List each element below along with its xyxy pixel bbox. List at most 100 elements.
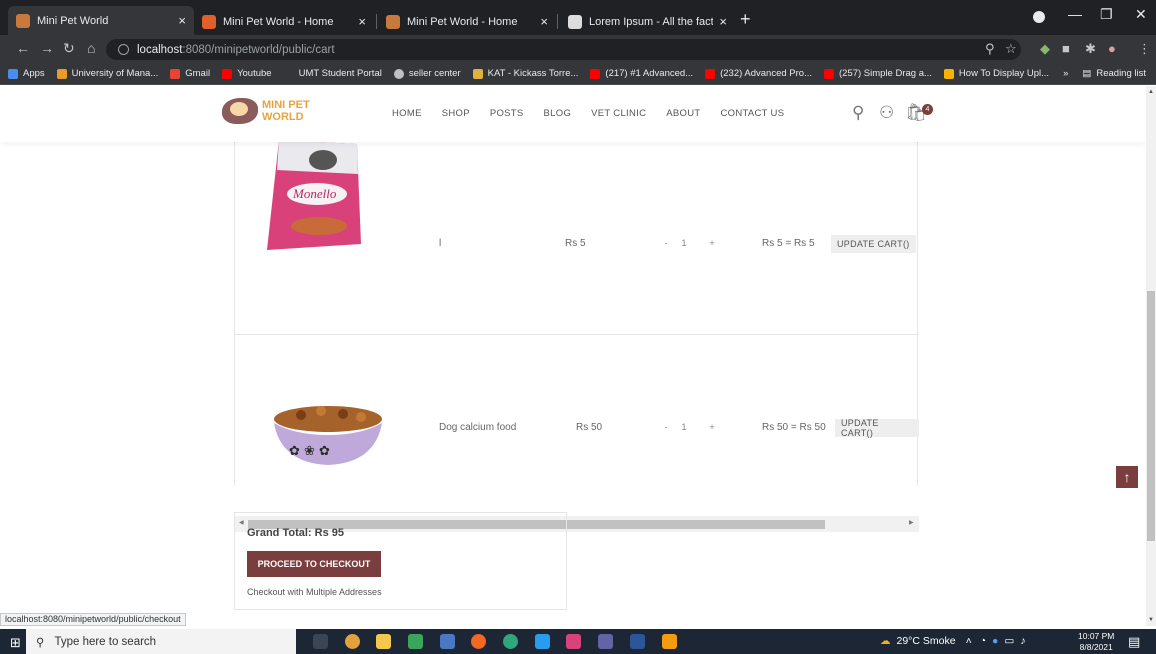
multi-address-checkout-link[interactable]: Checkout with Multiple Addresses	[247, 587, 382, 597]
bookmarks-more-button[interactable]: »	[1063, 68, 1068, 79]
browser-tab-4[interactable]: Lorem Ipsum - All the facts - Lips ×	[560, 8, 735, 35]
youtube-icon	[222, 68, 233, 79]
sublime-text-icon[interactable]	[662, 634, 677, 649]
vscode-icon[interactable]	[535, 634, 550, 649]
bookmark-youtube-232[interactable]: (232) Advanced Pro...	[705, 68, 812, 79]
profile-icon[interactable]	[1033, 11, 1045, 23]
notification-center-icon[interactable]: ▤	[1128, 634, 1140, 650]
nav-posts[interactable]: POSTS	[490, 108, 524, 119]
user-icon[interactable]: ⚇	[879, 103, 894, 123]
url-path: :8080/minipetworld/public/cart	[182, 43, 335, 56]
bookmark-youtube-217[interactable]: (217) #1 Advanced...	[590, 68, 693, 79]
close-tab-icon[interactable]: ×	[358, 14, 366, 29]
nav-contact-us[interactable]: CONTACT US	[720, 108, 784, 119]
youtube-icon	[705, 68, 716, 79]
nav-blog[interactable]: BLOG	[544, 108, 572, 119]
battery-icon[interactable]: ▭	[1004, 635, 1014, 647]
nav-shop[interactable]: SHOP	[442, 108, 470, 119]
file-explorer-icon[interactable]	[376, 634, 391, 649]
bookmark-gmail[interactable]: Gmail	[170, 68, 210, 79]
extension-icon[interactable]: ■	[1062, 41, 1070, 56]
update-cart-button[interactable]: UPDATE CART()	[831, 235, 916, 253]
bluetooth-icon[interactable]: ●	[992, 635, 998, 647]
back-to-top-button[interactable]: ↑	[1116, 466, 1138, 488]
page-scroll-thumb[interactable]	[1147, 291, 1155, 541]
update-cart-button[interactable]: UPDATE CART()	[835, 418, 919, 438]
nav-vet-clinic[interactable]: VET CLINIC	[591, 108, 646, 119]
chrome-icon[interactable]	[345, 634, 360, 649]
nav-about[interactable]: ABOUT	[666, 108, 700, 119]
close-tab-icon[interactable]: ×	[178, 13, 186, 28]
site-info-icon[interactable]	[118, 44, 129, 55]
maximize-icon[interactable]: ❐	[1100, 6, 1113, 23]
zoom-icon[interactable]: ⚲	[985, 41, 995, 57]
app-icon[interactable]	[440, 634, 455, 649]
bookmark-apps[interactable]: Apps	[8, 68, 45, 79]
forward-arrow-icon[interactable]: →	[40, 40, 54, 56]
browser-menu-icon[interactable]: ⋮	[1138, 41, 1151, 57]
close-window-icon[interactable]: ✕	[1135, 6, 1147, 23]
bookmark-umt-portal[interactable]: UMT Student Portal	[283, 68, 382, 79]
qty-value[interactable]: 1	[675, 238, 693, 249]
volume-icon[interactable]: ♪	[1020, 635, 1025, 647]
quantity-stepper[interactable]: - 1 +	[657, 238, 721, 249]
page-scrollbar[interactable]: ▲ ▼	[1146, 86, 1156, 626]
windows-start-icon[interactable]: ⊞	[10, 635, 21, 651]
bookmark-kat[interactable]: KAT - Kickass Torre...	[472, 68, 578, 79]
weather-text[interactable]: 29°C Smoke	[897, 635, 956, 647]
url-host: localhost	[137, 43, 183, 56]
app-icon[interactable]	[503, 634, 518, 649]
qty-minus-button[interactable]: -	[657, 238, 675, 249]
task-view-icon[interactable]	[313, 634, 328, 649]
app-icon[interactable]	[566, 634, 581, 649]
grand-total: Grand Total: Rs 95	[247, 527, 344, 539]
bookmark-star-icon[interactable]: ☆	[1005, 41, 1017, 57]
back-arrow-icon[interactable]: ←	[16, 40, 30, 56]
reload-icon[interactable]: ↻	[63, 40, 75, 57]
scroll-down-arrow-icon[interactable]: ▼	[1148, 617, 1154, 623]
app-icon[interactable]	[408, 634, 423, 649]
browser-tab-2[interactable]: Mini Pet World - Home ×	[194, 8, 374, 35]
browser-tab-1[interactable]: Mini Pet World ×	[8, 6, 194, 35]
svg-text:Monello: Monello	[292, 186, 337, 201]
close-tab-icon[interactable]: ×	[540, 14, 548, 29]
qty-plus-button[interactable]: +	[703, 238, 721, 249]
status-bar-url: localhost:8080/minipetworld/public/check…	[0, 613, 186, 626]
profile-avatar-icon[interactable]: ●	[1108, 41, 1116, 56]
close-tab-icon[interactable]: ×	[719, 14, 727, 29]
new-tab-button[interactable]: +	[740, 9, 751, 30]
search-icon[interactable]: ⚲	[852, 103, 864, 123]
bookmark-youtube[interactable]: Youtube	[222, 68, 272, 79]
browser-tab-3[interactable]: Mini Pet World - Home ×	[378, 8, 556, 35]
taskbar-clock[interactable]: 10:07 PM 8/8/2021	[1078, 631, 1114, 653]
site-logo[interactable]: MINI PET WORLD	[222, 98, 310, 124]
quantity-stepper[interactable]: - 1 +	[657, 422, 721, 433]
taskbar-search-box[interactable]: ⚲ Type here to search	[26, 629, 296, 654]
network-icon[interactable]: ◔	[980, 635, 986, 647]
qty-plus-button[interactable]: +	[703, 422, 721, 433]
extension-icon[interactable]: ◆	[1040, 41, 1050, 57]
address-bar[interactable]: localhost:8080/minipetworld/public/cart	[106, 39, 1021, 60]
word-icon[interactable]	[630, 634, 645, 649]
main-nav: HOME SHOP POSTS BLOG VET CLINIC ABOUT CO…	[392, 108, 804, 119]
bookmark-seller-center[interactable]: seller center	[393, 68, 461, 79]
minimize-icon[interactable]: —	[1068, 6, 1082, 22]
tray-chevron-icon[interactable]: ˄	[966, 635, 972, 647]
nav-home[interactable]: HOME	[392, 108, 422, 119]
bookmark-university[interactable]: University of Mana...	[56, 68, 158, 79]
teams-icon[interactable]	[598, 634, 613, 649]
extensions-puzzle-icon[interactable]: ✱	[1085, 41, 1096, 57]
bookmarks-bar: Apps University of Mana... Gmail Youtube…	[0, 63, 1156, 85]
bookmark-youtube-257[interactable]: (257) Simple Drag a...	[823, 68, 932, 79]
reading-list-button[interactable]: Reading list	[1096, 68, 1146, 79]
qty-minus-button[interactable]: -	[657, 422, 675, 433]
proceed-to-checkout-button[interactable]: PROCEED TO CHECKOUT	[247, 551, 381, 577]
tab-title: Mini Pet World - Home	[223, 15, 334, 28]
scroll-up-arrow-icon[interactable]: ▲	[1148, 89, 1154, 95]
home-icon[interactable]: ⌂	[87, 40, 95, 56]
qty-value[interactable]: 1	[675, 422, 693, 433]
firefox-icon[interactable]	[471, 634, 486, 649]
bookmark-display-upload[interactable]: How To Display Upl...	[943, 68, 1049, 79]
scroll-right-arrow-icon[interactable]: ▶	[909, 519, 914, 526]
search-icon: ⚲	[36, 636, 45, 649]
